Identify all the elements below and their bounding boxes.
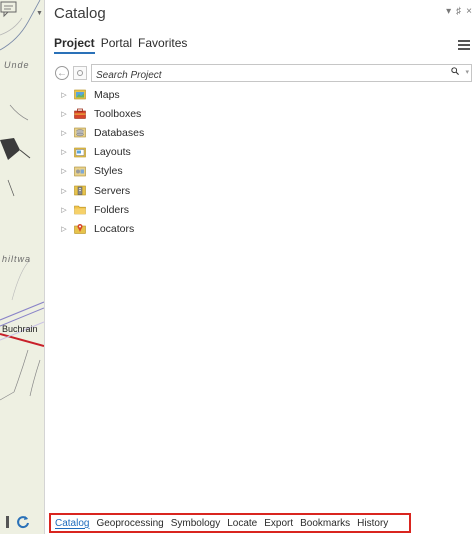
bottom-tab-catalog[interactable]: Catalog	[55, 518, 89, 529]
chevron-down-icon[interactable]: ▾	[465, 68, 469, 76]
expand-arrow-icon[interactable]: ▷	[60, 148, 68, 156]
expand-arrow-icon[interactable]: ▷	[60, 110, 68, 118]
map-bottom-tools	[6, 515, 30, 529]
toolboxes-icon	[74, 108, 86, 120]
folders-icon	[74, 205, 86, 215]
tree-item-folders[interactable]: ▷ Folders	[60, 200, 144, 219]
refresh-icon[interactable]	[16, 515, 30, 529]
bottom-tab-symbology[interactable]: Symbology	[171, 518, 220, 529]
search-icon[interactable]	[451, 67, 459, 75]
tab-project[interactable]: Project	[54, 36, 95, 54]
tree-item-label: Locators	[94, 222, 135, 235]
search-box: ▾	[91, 64, 472, 84]
tab-favorites[interactable]: Favorites	[138, 36, 187, 54]
databases-icon	[74, 128, 86, 138]
locators-icon	[74, 224, 86, 235]
menu-icon[interactable]	[458, 40, 470, 50]
bottom-tab-bookmarks[interactable]: Bookmarks	[300, 518, 350, 529]
tree-item-toolboxes[interactable]: ▷ Toolboxes	[60, 104, 144, 123]
expand-arrow-icon[interactable]: ▷	[60, 187, 68, 195]
project-tree: ▷ Maps ▷ Toolboxes ▷ Databases ▷ Layouts…	[60, 85, 144, 239]
chat-icon[interactable]	[0, 0, 18, 18]
bottom-pane-tabs: Catalog Geoprocessing Symbology Locate E…	[49, 513, 411, 533]
tree-item-label: Toolboxes	[94, 107, 142, 120]
expand-arrow-icon[interactable]: ▷	[60, 225, 68, 233]
tree-item-label: Servers	[94, 184, 131, 197]
expand-arrow-icon[interactable]: ▷	[60, 167, 68, 175]
pane-options-dropdown-icon[interactable]: ▾	[446, 6, 451, 17]
chevron-down-icon[interactable]: ▼	[36, 10, 43, 17]
bottom-tab-export[interactable]: Export	[264, 518, 293, 529]
map-label: hiltwa	[2, 254, 32, 264]
search-row: ← ▾	[55, 64, 472, 84]
tree-item-label: Folders	[94, 203, 130, 216]
tree-item-label: Databases	[94, 126, 145, 139]
tree-item-label: Styles	[94, 165, 123, 178]
back-arrow-icon[interactable]: ←	[55, 66, 69, 80]
tree-item-locators[interactable]: ▷ Locators	[60, 219, 144, 238]
pane-controls: ▾ ♯ ×	[446, 6, 472, 17]
bottom-tab-history[interactable]: History	[357, 518, 388, 529]
bottom-tab-locate[interactable]: Locate	[227, 518, 257, 529]
map-canvas	[0, 0, 44, 401]
tree-item-label: Layouts	[94, 146, 131, 159]
bottom-tab-geoprocessing[interactable]: Geoprocessing	[96, 518, 163, 529]
map-view[interactable]: Unde hiltwa Buchrain ▼	[0, 0, 44, 534]
maps-icon	[74, 89, 86, 100]
search-input[interactable]	[92, 67, 471, 84]
catalog-tabs: Project Portal Favorites	[54, 36, 187, 54]
map-label: Unde	[4, 60, 30, 70]
tree-item-layouts[interactable]: ▷ Layouts	[60, 143, 144, 162]
servers-icon	[74, 185, 86, 196]
expand-arrow-icon[interactable]: ▷	[60, 206, 68, 214]
catalog-pane: Catalog ▾ ♯ × Project Portal Favorites ←…	[44, 0, 476, 534]
tree-item-styles[interactable]: ▷ Styles	[60, 162, 144, 181]
tree-item-databases[interactable]: ▷ Databases	[60, 123, 144, 142]
expand-arrow-icon[interactable]: ▷	[60, 91, 68, 99]
styles-icon	[74, 166, 86, 177]
pin-icon[interactable]: ♯	[456, 6, 461, 17]
tree-item-label: Maps	[94, 88, 120, 101]
expand-arrow-icon[interactable]: ▷	[60, 129, 68, 137]
pause-icon[interactable]	[6, 516, 10, 528]
browse-icon[interactable]	[73, 66, 87, 80]
map-label: Buchrain	[2, 324, 38, 334]
layouts-icon	[74, 147, 86, 157]
tree-item-maps[interactable]: ▷ Maps	[60, 85, 144, 104]
pane-title: Catalog	[54, 5, 106, 22]
close-icon[interactable]: ×	[466, 6, 472, 17]
tree-item-servers[interactable]: ▷ Servers	[60, 181, 144, 200]
tab-portal[interactable]: Portal	[101, 36, 132, 54]
